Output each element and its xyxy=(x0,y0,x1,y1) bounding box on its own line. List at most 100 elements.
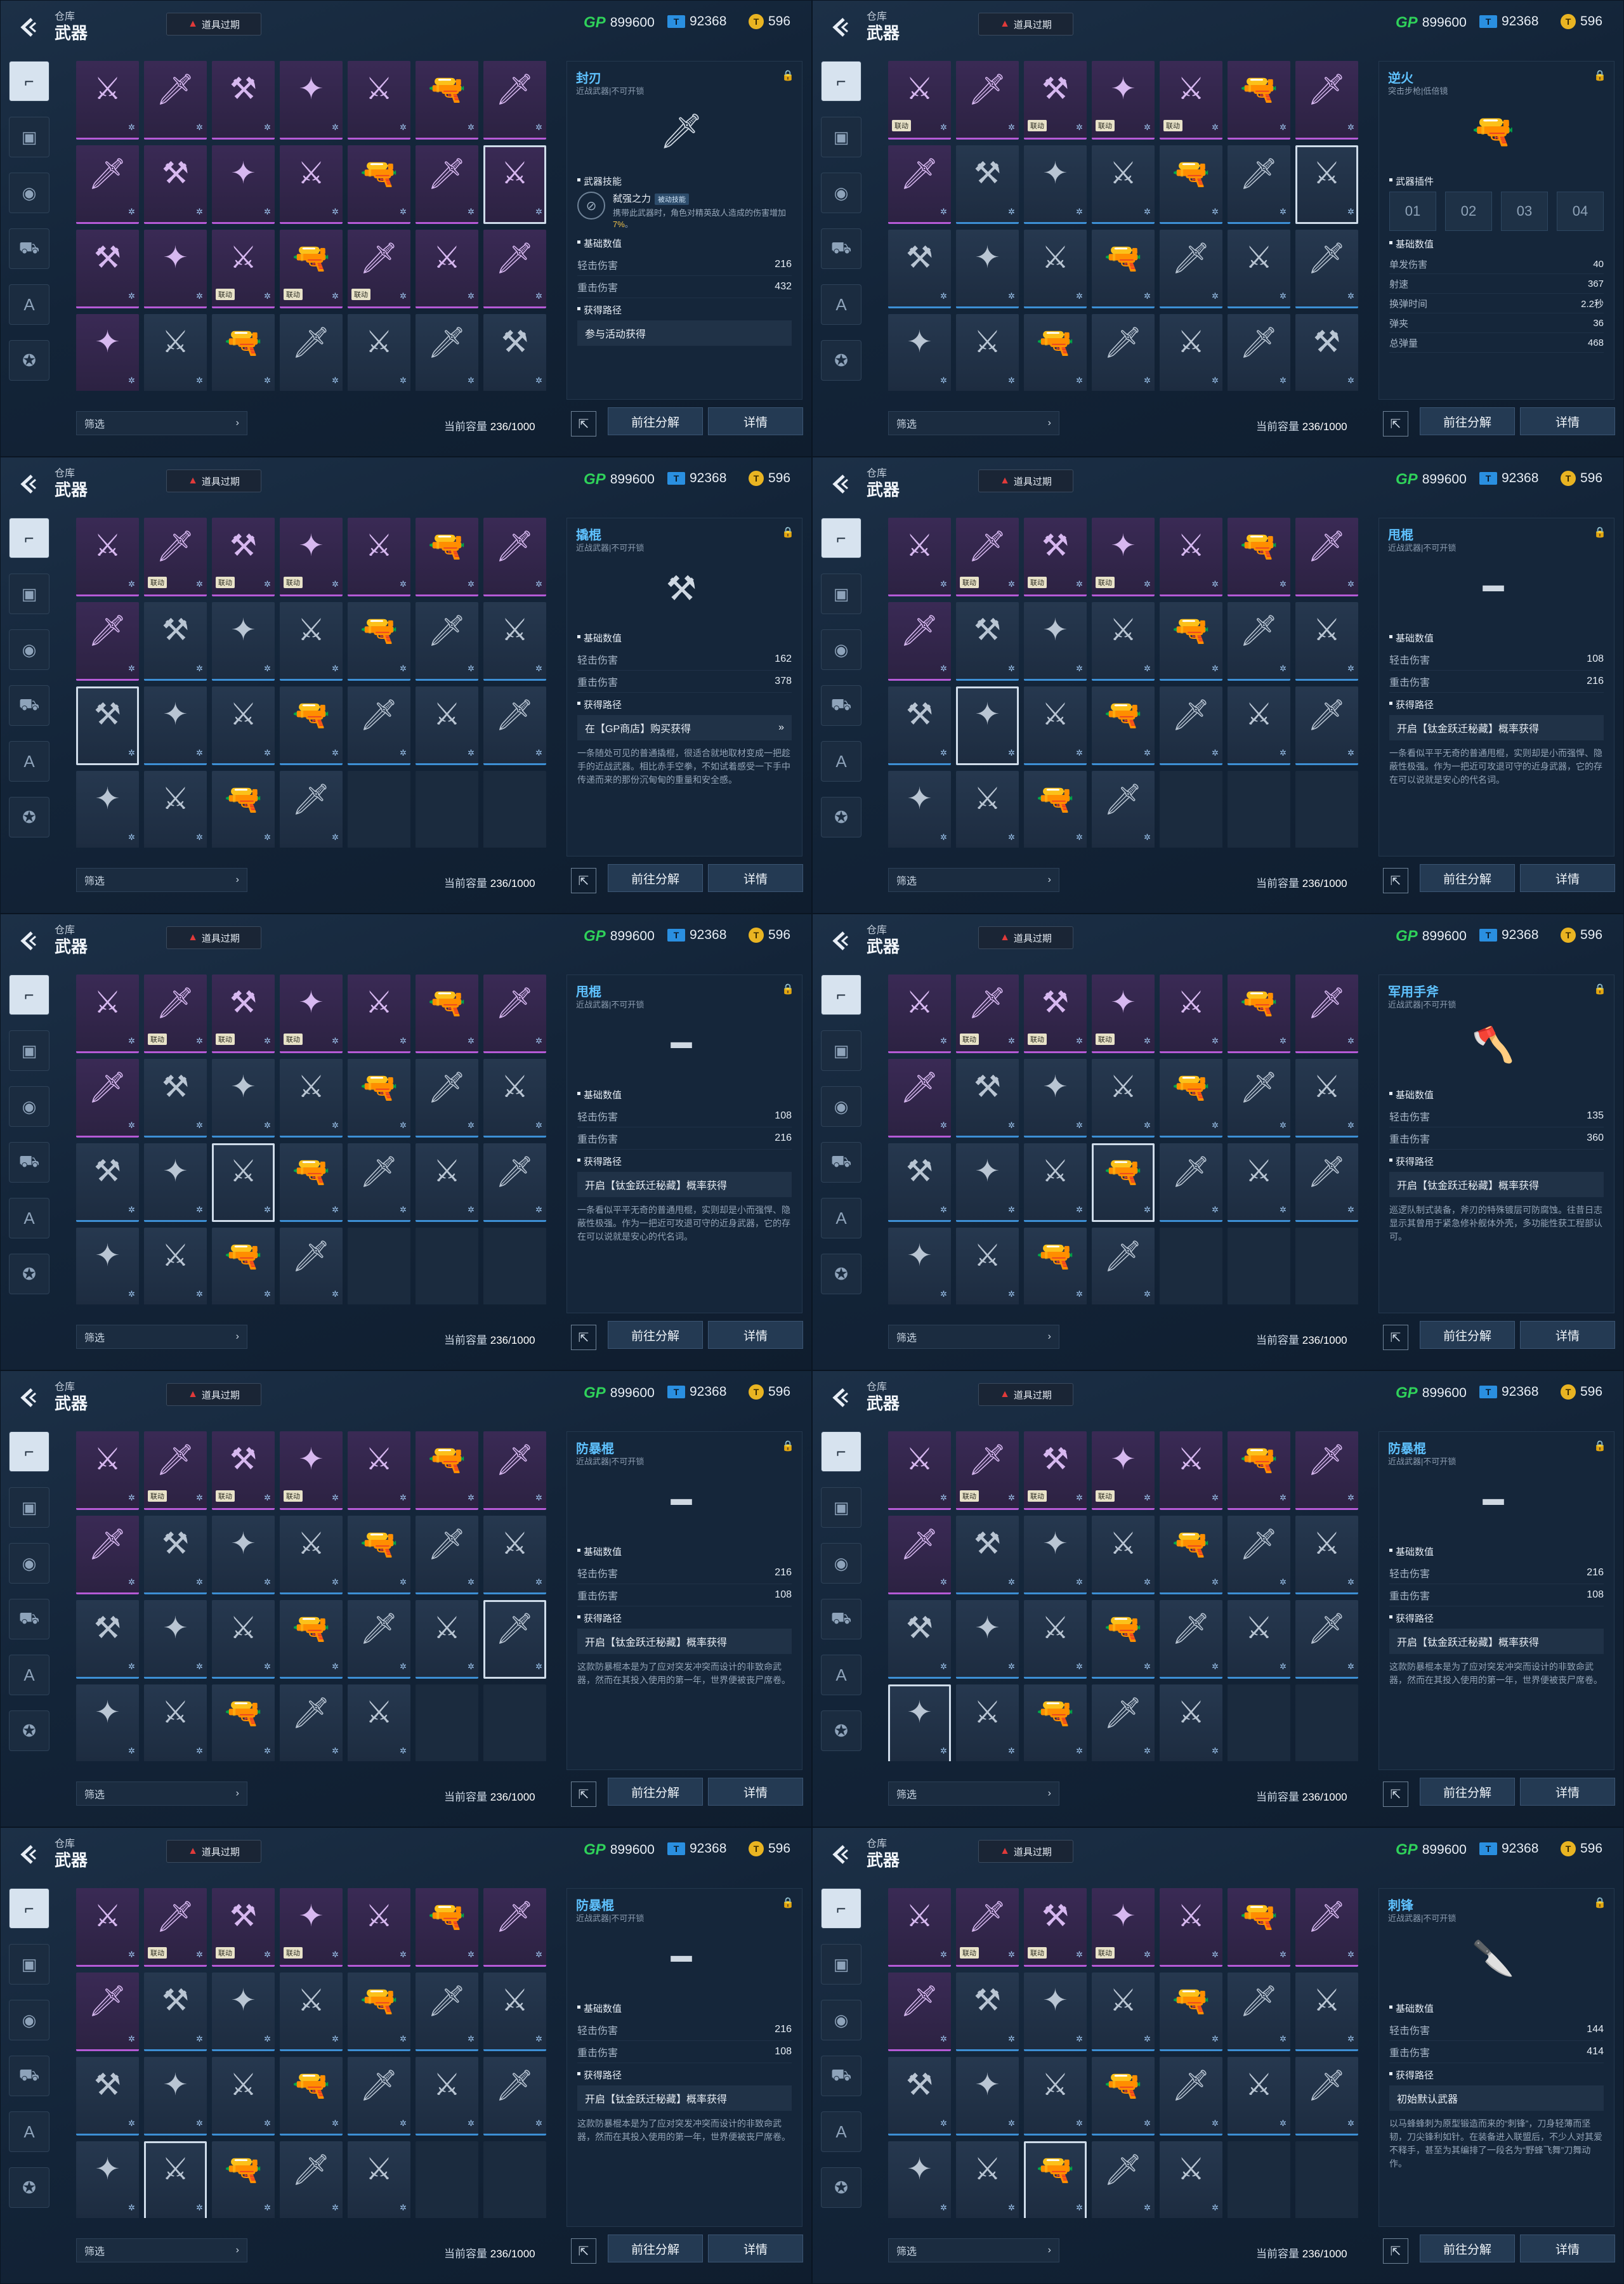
category-tab[interactable]: ▣ xyxy=(821,1030,861,1071)
weapon-slot[interactable]: 🗡 ✲ xyxy=(280,1228,343,1304)
weapon-slot[interactable]: 🔫 ✲ xyxy=(280,686,343,765)
filter-button[interactable]: 筛选 › xyxy=(888,411,1059,435)
weapon-slot[interactable]: 🗡 ✲ xyxy=(1228,145,1290,224)
category-tab[interactable]: ⌐ xyxy=(821,61,861,102)
share-button[interactable]: ⇱ xyxy=(571,2238,596,2264)
weapon-slot[interactable]: ⚔ ✲ xyxy=(1024,1143,1087,1222)
weapon-slot[interactable]: 🗡 ✲ xyxy=(280,2141,343,2218)
weapon-slot[interactable]: 🗡 ✲ xyxy=(76,1059,139,1138)
share-button[interactable]: ⇱ xyxy=(571,411,596,436)
category-tab[interactable]: ⌐ xyxy=(9,61,49,102)
weapon-slot[interactable]: ⚔ ✲ xyxy=(212,1143,275,1222)
decompose-button[interactable]: 前往分解 xyxy=(608,2235,703,2262)
share-button[interactable]: ⇱ xyxy=(1383,411,1408,436)
category-tab[interactable]: ◉ xyxy=(821,1086,861,1127)
weapon-slot[interactable]: 🗡 联动 ✲ xyxy=(956,1431,1019,1510)
item-expired-button[interactable]: ▲ 道具过期 xyxy=(978,13,1073,36)
category-tab[interactable]: ◉ xyxy=(9,1086,49,1127)
weapon-slot[interactable]: ⚔ ✲ xyxy=(888,975,951,1053)
category-tab[interactable]: ⛟ xyxy=(821,2056,861,2096)
weapon-slot[interactable]: ⚔ ✲ xyxy=(1024,686,1087,765)
category-tab[interactable]: ✪ xyxy=(821,1710,861,1751)
weapon-slot[interactable]: 🗡 ✲ xyxy=(1160,230,1222,308)
weapon-slot[interactable]: 🗡 联动 ✲ xyxy=(144,518,207,596)
item-expired-button[interactable]: ▲ 道具过期 xyxy=(166,469,261,492)
weapon-slot[interactable]: 🗡 ✲ xyxy=(1092,771,1155,848)
category-tab[interactable]: ✪ xyxy=(9,1254,49,1294)
weapon-slot[interactable]: 🔫 ✲ xyxy=(1160,602,1222,681)
category-tab[interactable]: ✪ xyxy=(821,340,861,381)
share-button[interactable]: ⇱ xyxy=(1383,2238,1408,2264)
weapon-slot[interactable]: ⚒ ✲ xyxy=(76,230,139,308)
weapon-slot[interactable]: ✦ 联动 ✲ xyxy=(1092,1431,1155,1510)
weapon-slot[interactable]: ✦ ✲ xyxy=(144,2057,207,2136)
lock-icon[interactable]: 🔒 xyxy=(782,526,794,539)
weapon-slot[interactable]: ✦ ✲ xyxy=(956,1143,1019,1222)
mod-slot[interactable]: 04 xyxy=(1557,192,1604,231)
weapon-slot[interactable]: ✦ ✲ xyxy=(888,2141,951,2218)
back-button[interactable] xyxy=(16,929,41,953)
weapon-slot[interactable]: 🔫 ✲ xyxy=(1160,1516,1222,1594)
weapon-slot[interactable]: 🔫 ✲ xyxy=(348,602,410,681)
weapon-slot[interactable]: ✦ ✲ xyxy=(144,686,207,765)
weapon-slot[interactable]: 🔫 ✲ xyxy=(1228,1431,1290,1510)
weapon-slot[interactable]: 🔫 ✲ xyxy=(348,1516,410,1594)
weapon-slot[interactable]: ⚒ ✲ xyxy=(888,1143,951,1222)
acquire-path[interactable]: 开启【钛金跃迁秘藏】概率获得 xyxy=(577,2085,792,2111)
weapon-slot[interactable]: 🔫 ✲ xyxy=(1228,975,1290,1053)
weapon-slot[interactable]: 🗡 ✲ xyxy=(1295,230,1358,308)
weapon-slot[interactable]: ⚒ 联动 ✲ xyxy=(212,1431,275,1510)
lock-icon[interactable]: 🔒 xyxy=(1594,69,1606,82)
weapon-slot[interactable]: ✦ ✲ xyxy=(212,1516,275,1594)
share-button[interactable]: ⇱ xyxy=(571,868,596,893)
lock-icon[interactable]: 🔒 xyxy=(782,69,794,82)
weapon-slot[interactable]: ⚔ ✲ xyxy=(76,1431,139,1510)
detail-button[interactable]: 详情 xyxy=(708,864,803,892)
weapon-slot[interactable]: ✦ ✲ xyxy=(212,145,275,224)
category-tab[interactable]: ◉ xyxy=(9,1543,49,1584)
filter-button[interactable]: 筛选 › xyxy=(888,2238,1059,2262)
detail-button[interactable]: 详情 xyxy=(1520,1321,1615,1349)
weapon-slot[interactable]: ⚔ ✲ xyxy=(483,1516,546,1594)
category-tab[interactable]: A xyxy=(9,1655,49,1695)
filter-button[interactable]: 筛选 › xyxy=(76,411,247,435)
category-tab[interactable]: ⛟ xyxy=(821,228,861,269)
weapon-slot[interactable]: 🗡 ✲ xyxy=(76,1972,139,2051)
lock-icon[interactable]: 🔒 xyxy=(782,1440,794,1452)
detail-button[interactable]: 详情 xyxy=(1520,2235,1615,2262)
weapon-slot[interactable]: ⚔ ✲ xyxy=(483,1059,546,1138)
back-button[interactable] xyxy=(16,15,41,39)
category-tab[interactable]: ⛟ xyxy=(9,1599,49,1639)
lock-icon[interactable]: 🔒 xyxy=(782,1896,794,1909)
weapon-slot[interactable]: 🗡 ✲ xyxy=(1295,1431,1358,1510)
category-tab[interactable]: ⌐ xyxy=(821,1888,861,1929)
weapon-slot[interactable]: 🔫 ✲ xyxy=(416,61,478,140)
weapon-slot[interactable]: ⚔ ✲ xyxy=(1092,145,1155,224)
weapon-slot[interactable]: ⚔ ✲ xyxy=(1295,1972,1358,2051)
weapon-slot[interactable]: ⚒ ✲ xyxy=(888,2057,951,2136)
decompose-button[interactable]: 前往分解 xyxy=(608,407,703,435)
acquire-path[interactable]: 初始默认武器 xyxy=(1389,2085,1604,2111)
weapon-slot[interactable]: ⚔ ✲ xyxy=(1092,1516,1155,1594)
category-tab[interactable]: ✪ xyxy=(821,2167,861,2208)
weapon-slot[interactable]: ⚔ ✲ xyxy=(348,61,410,140)
weapon-slot[interactable]: 🗡 ✲ xyxy=(483,1888,546,1967)
category-tab[interactable]: ⛟ xyxy=(821,685,861,726)
filter-button[interactable]: 筛选 › xyxy=(888,868,1059,892)
weapon-slot[interactable]: ⚔ ✲ xyxy=(1160,1684,1222,1761)
weapon-slot[interactable]: 🗡 ✲ xyxy=(483,1143,546,1222)
weapon-slot[interactable]: 🗡 ✲ xyxy=(1092,2141,1155,2218)
weapon-slot[interactable]: ⚔ ✲ xyxy=(348,1684,410,1761)
weapon-slot[interactable]: ⚒ ✲ xyxy=(888,230,951,308)
weapon-slot[interactable]: 🔫 ✲ xyxy=(212,1228,275,1304)
weapon-slot[interactable]: 🔫 ✲ xyxy=(1024,1684,1087,1761)
weapon-slot[interactable]: ⚒ ✲ xyxy=(956,1059,1019,1138)
category-tab[interactable]: ✪ xyxy=(9,1710,49,1751)
weapon-slot[interactable]: ✦ ✲ xyxy=(144,1143,207,1222)
decompose-button[interactable]: 前往分解 xyxy=(1420,2235,1515,2262)
weapon-slot[interactable]: ✦ ✲ xyxy=(280,61,343,140)
weapon-slot[interactable]: ✦ ✲ xyxy=(956,230,1019,308)
weapon-slot[interactable]: ⚔ 联动 ✲ xyxy=(888,61,951,140)
weapon-slot[interactable]: 🗡 ✲ xyxy=(1228,1059,1290,1138)
weapon-slot[interactable]: ✦ ✲ xyxy=(76,314,139,391)
